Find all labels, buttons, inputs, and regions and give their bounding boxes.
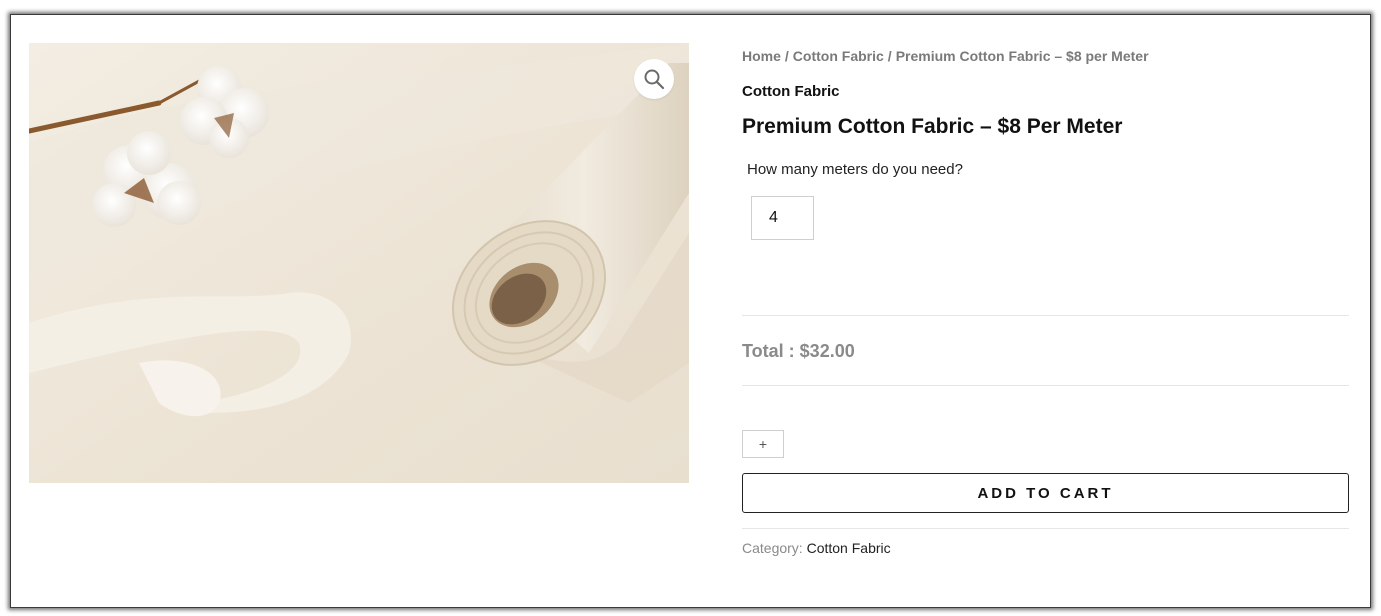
meta-category-link[interactable]: Cotton Fabric	[807, 540, 891, 556]
magnifier-icon	[644, 69, 665, 90]
plus-button[interactable]: +	[742, 430, 784, 458]
total-price: Total : $32.00	[742, 341, 855, 362]
breadcrumb-separator: /	[784, 48, 789, 64]
product-summary: Home / Cotton Fabric / Premium Cotton Fabric…	[742, 15, 1349, 607]
breadcrumb-current: Premium Cotton Fabric – $8 per Meter	[895, 48, 1149, 64]
product-image[interactable]	[29, 43, 689, 483]
breadcrumb-home[interactable]: Home	[742, 48, 781, 64]
product-title: Premium Cotton Fabric – $8 Per Meter	[742, 115, 1123, 138]
quantity-question: How many meters do you need?	[747, 161, 963, 178]
meters-quantity-input[interactable]	[751, 196, 814, 240]
divider	[742, 315, 1349, 316]
fabric-illustration	[29, 43, 689, 483]
product-meta: Category: Cotton Fabric	[742, 540, 891, 556]
meta-category-label: Category:	[742, 540, 803, 556]
total-value: $32.00	[799, 341, 855, 361]
zoom-button[interactable]	[634, 59, 674, 99]
page-frame: Home / Cotton Fabric / Premium Cotton Fabric…	[10, 14, 1371, 608]
add-to-cart-button[interactable]: ADD TO CART	[742, 473, 1349, 513]
divider	[742, 385, 1349, 386]
divider	[742, 528, 1349, 529]
product-category-heading: Cotton Fabric	[742, 83, 840, 100]
breadcrumb-separator: /	[887, 48, 892, 64]
breadcrumb-category[interactable]: Cotton Fabric	[793, 48, 884, 64]
total-label: Total :	[742, 341, 795, 361]
breadcrumb: Home / Cotton Fabric / Premium Cotton Fabric…	[742, 48, 1149, 64]
